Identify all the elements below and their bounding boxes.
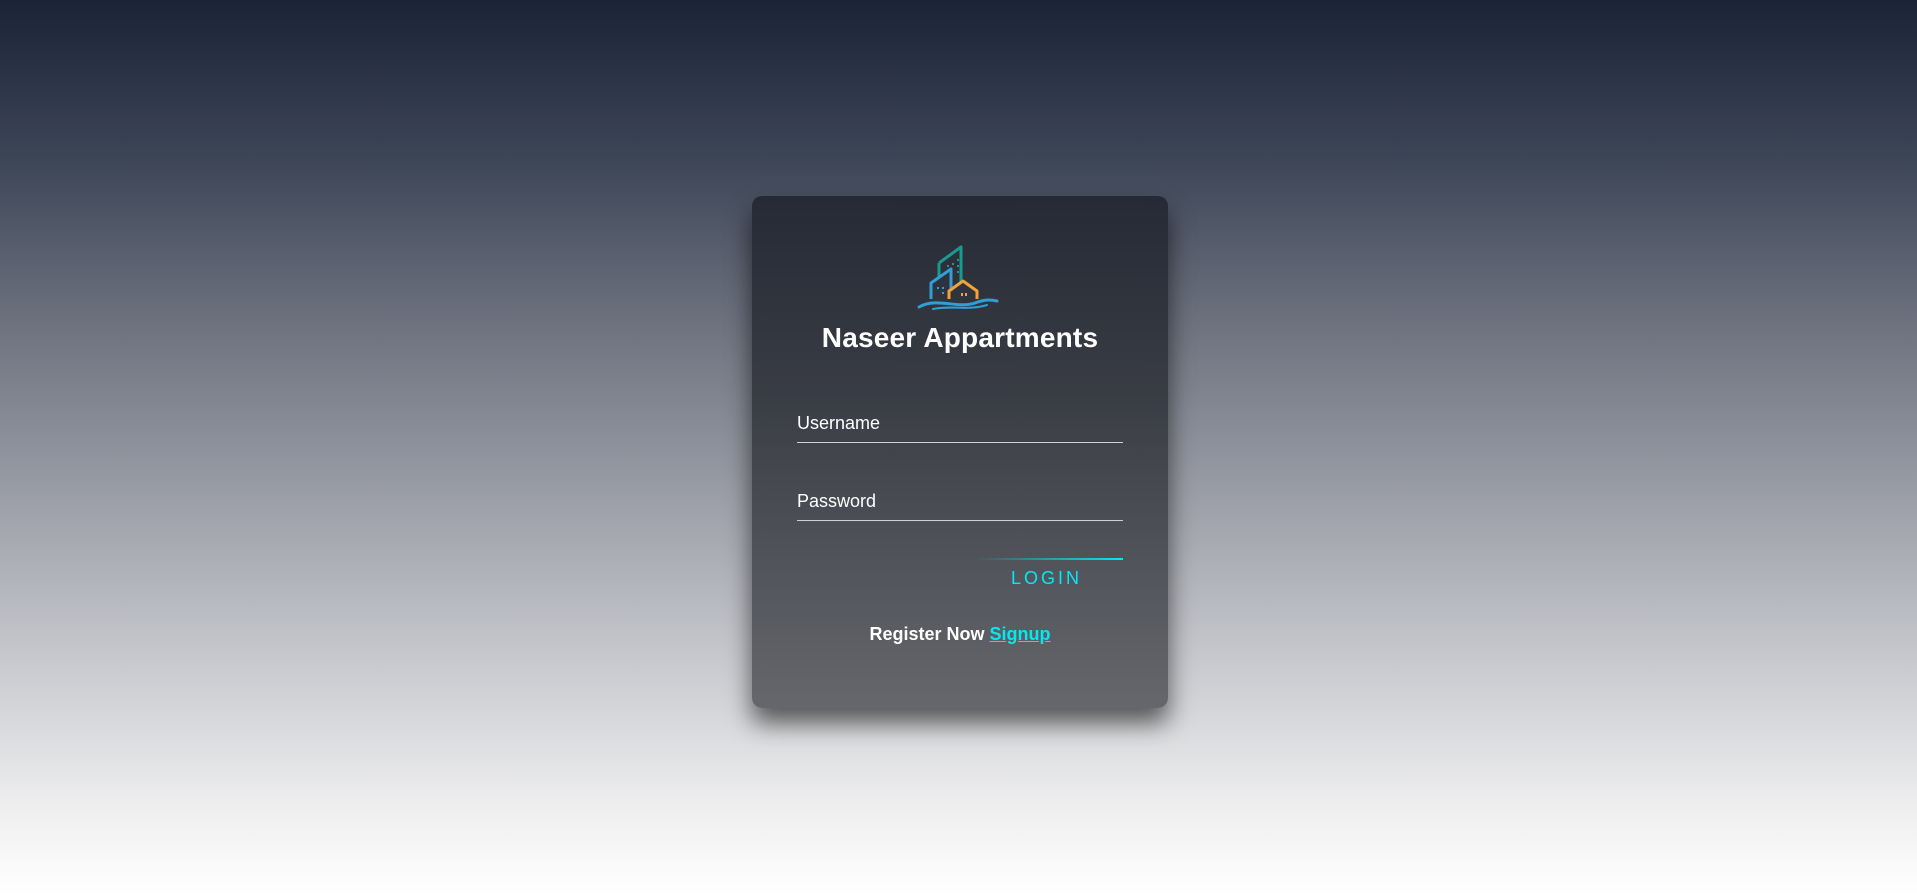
login-card: Naseer Appartments LOGIN Register Now Si… [752, 196, 1168, 708]
app-title: Naseer Appartments [821, 322, 1099, 353]
login-button-glow-line [977, 558, 1123, 560]
username-input[interactable] [797, 402, 1123, 442]
login-button-label: LOGIN [1011, 568, 1083, 588]
login-button[interactable]: LOGIN [977, 558, 1123, 590]
signup-link[interactable]: Signup [990, 624, 1051, 644]
password-field-wrapper [797, 480, 1123, 521]
password-input[interactable] [797, 480, 1123, 520]
username-field-wrapper [797, 402, 1123, 443]
building-logo-icon [917, 241, 1003, 311]
register-prompt-text: Register Now [869, 624, 985, 644]
register-prompt: Register Now Signup [752, 624, 1168, 645]
